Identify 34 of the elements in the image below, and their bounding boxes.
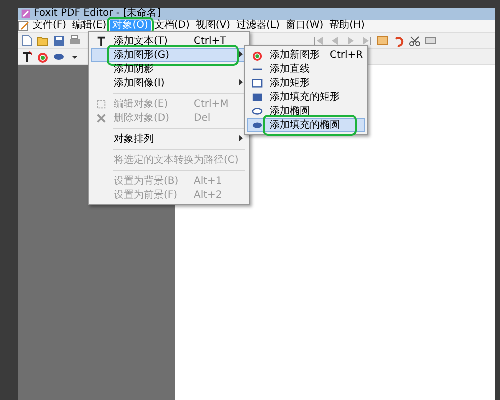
color-wheel-icon (37, 50, 49, 62)
save-icon (53, 34, 65, 46)
menu-item[interactable]: 文档(D) (151, 20, 193, 32)
edit-object-icon (96, 98, 106, 110)
printer-icon (69, 34, 81, 46)
rectangle-icon (252, 78, 262, 88)
menu-item[interactable]: 编辑(E) (70, 20, 110, 32)
menu-item[interactable]: 文件(F) (30, 20, 70, 32)
text-tool-icon (21, 50, 33, 62)
app-icon (21, 9, 31, 19)
submenu-arrow-icon (239, 51, 243, 58)
menu-item[interactable]: 添加新图形 Ctrl+R (247, 48, 365, 62)
color-wheel-icon (252, 50, 262, 60)
filled-rectangle-icon (252, 92, 262, 102)
image-icon (377, 34, 389, 46)
menu-item[interactable]: 添加文本(T) Ctrl+T (91, 34, 247, 48)
menu-item[interactable]: 过滤器(L) (234, 20, 283, 32)
text-tool-icon (96, 36, 106, 46)
delete-object-icon (96, 112, 106, 124)
submenu-arrow-icon (239, 79, 243, 86)
menu-item[interactable]: 添加矩形 (247, 76, 365, 90)
undo-icon (393, 34, 405, 46)
ellipse-icon (252, 106, 262, 116)
submenu-arrow-icon (239, 135, 243, 142)
menu-item[interactable]: 添加图像(I) (91, 76, 247, 90)
menu-item[interactable]: 添加椭圆 (247, 104, 365, 118)
menu-item[interactable]: 视图(V) (192, 20, 234, 32)
scissors-icon (409, 34, 421, 46)
menu-item[interactable]: 添加填充的矩形 (247, 90, 365, 104)
menu-item[interactable]: 对象排列 (91, 132, 247, 146)
menu-item[interactable]: 添加阴影 (91, 62, 247, 76)
menu-item[interactable]: 帮助(H) (326, 20, 368, 32)
menu-item[interactable]: 添加直线 (247, 62, 365, 76)
menu-item[interactable]: 窗口(W) (282, 20, 327, 32)
